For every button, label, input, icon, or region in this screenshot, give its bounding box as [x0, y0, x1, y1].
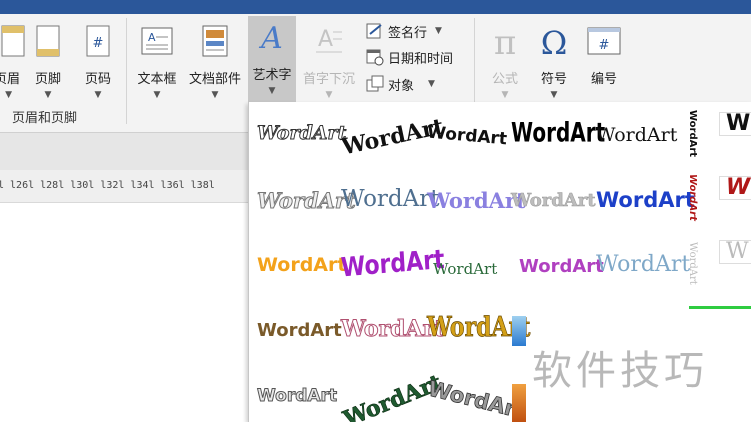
symbol-label: 符号 [540, 72, 567, 87]
horizontal-ruler[interactable]: l l26l l28l l30l l32l l34l l36l l38l [0, 170, 248, 203]
signature-line-button[interactable]: 签名行 ▼ [366, 20, 442, 42]
signature-line-label: 签名行 [388, 25, 428, 41]
textbox-icon: A [141, 27, 173, 55]
quick-parts-label: 文档部件 [188, 72, 241, 87]
object-button[interactable]: 对象 ▼ [366, 73, 435, 95]
chevron-down-icon: ▼ [44, 90, 52, 100]
date-time-button[interactable]: 日期和时间 [366, 46, 453, 68]
quick-parts-button[interactable]: 文档部件 ▼ [184, 20, 246, 112]
ruler-ticks: l l26l l28l l30l l32l l34l l36l l38l [0, 180, 215, 191]
number-label: 编号 [590, 72, 617, 87]
wordart-style-11[interactable]: WordArt [257, 256, 346, 275]
wordart-icon: A [258, 21, 283, 54]
title-bar [0, 0, 751, 14]
wordart-partial-4[interactable]: W [719, 176, 751, 200]
group-divider [126, 18, 127, 124]
quick-parts-icon [202, 25, 228, 57]
footer-label: 页脚 [34, 72, 61, 87]
wordart-partial-3[interactable]: W [719, 112, 751, 136]
page-number-icon: # [86, 25, 110, 57]
wordart-style-14[interactable]: WordArt [519, 258, 604, 276]
chevron-down-icon: ▼ [428, 79, 435, 89]
svg-text:A: A [258, 21, 283, 54]
header-label: 页眉 [0, 72, 21, 87]
svg-text:#: # [599, 38, 610, 53]
symbol-button[interactable]: Ω 符号 ▼ [530, 20, 578, 112]
chevron-down-icon: ▼ [94, 90, 102, 100]
equation-label: 公式 [491, 72, 518, 87]
wordart-style-10[interactable]: WordArt [596, 190, 695, 211]
wordart-vertical-3[interactable]: WordArt [687, 242, 698, 285]
wordart-partial-5[interactable]: W [719, 240, 751, 264]
group-label-header-footer: 页眉和页脚 [12, 111, 78, 126]
dropcap-icon: A [316, 27, 342, 53]
watermark: 软件技巧 [532, 348, 708, 394]
number-button[interactable]: # 编号 [580, 20, 628, 112]
pi-icon: π [494, 24, 516, 58]
wordart-style-15[interactable]: WordArt [596, 254, 690, 276]
equation-button[interactable]: π 公式 ▼ [480, 20, 530, 112]
header-button[interactable]: 页眉 ▼ [0, 20, 25, 112]
chevron-down-icon: ▼ [550, 90, 558, 100]
svg-text:Ω: Ω [541, 24, 568, 58]
wordart-vertical-2[interactable]: WordArt [687, 174, 698, 221]
object-icon [366, 75, 384, 92]
number-icon: # [587, 27, 621, 55]
wordart-partial-1[interactable] [512, 316, 526, 346]
svg-text:#: # [93, 36, 104, 51]
wordart-style-12[interactable]: WordArt [340, 245, 445, 284]
wordart-label: 艺术字 [252, 68, 292, 83]
dropcap-button[interactable]: A 首字下沉 ▼ [298, 20, 360, 112]
wordart-style-3[interactable]: WordArt [426, 123, 507, 150]
wordart-style-16[interactable]: WordArt [257, 322, 342, 340]
signature-icon [366, 23, 382, 39]
dropcap-label: 首字下沉 [302, 72, 355, 87]
footer-icon [36, 25, 60, 57]
wordart-partial-2[interactable] [512, 384, 526, 422]
object-label: 对象 [388, 78, 415, 94]
document-page[interactable] [0, 203, 248, 422]
omega-icon: Ω [541, 24, 568, 58]
footer-button[interactable]: 页脚 ▼ [28, 20, 68, 112]
wordart-style-5[interactable]: WordArt [596, 126, 677, 145]
chevron-down-icon: ▼ [153, 90, 161, 100]
wordart-style-13[interactable]: WordArt [433, 262, 497, 277]
wordart-style-7[interactable]: WordArt [341, 188, 440, 211]
textbox-button[interactable]: A 文本框 ▼ [132, 20, 182, 112]
wordart-vertical-1[interactable]: WordArt [687, 110, 698, 157]
wordart-style-19[interactable]: WordArt [256, 387, 337, 405]
chevron-down-icon: ▼ [325, 90, 333, 100]
chevron-down-icon: ▼ [501, 90, 509, 100]
wordart-style-4[interactable]: WordArt [511, 119, 605, 146]
page-number-button[interactable]: # 页码 ▼ [78, 20, 118, 112]
chevron-down-icon: ▼ [268, 86, 276, 96]
chevron-down-icon: ▼ [211, 90, 219, 100]
svg-text:π: π [494, 24, 516, 58]
date-time-label: 日期和时间 [388, 51, 454, 67]
textbox-label: 文本框 [137, 72, 177, 87]
svg-text:A: A [148, 31, 156, 44]
page-number-label: 页码 [84, 72, 111, 87]
header-icon [1, 25, 25, 57]
wordart-style-9[interactable]: WordArt [511, 191, 596, 210]
wordart-button[interactable]: A 艺术字 ▼ [248, 16, 296, 112]
calendar-clock-icon [366, 49, 384, 66]
wordart-style-1[interactable]: WordArt [256, 123, 346, 143]
gallery-highlight-strip [689, 306, 751, 309]
chevron-down-icon: ▼ [435, 26, 442, 36]
chevron-down-icon: ▼ [5, 90, 12, 100]
svg-text:A: A [318, 27, 333, 52]
